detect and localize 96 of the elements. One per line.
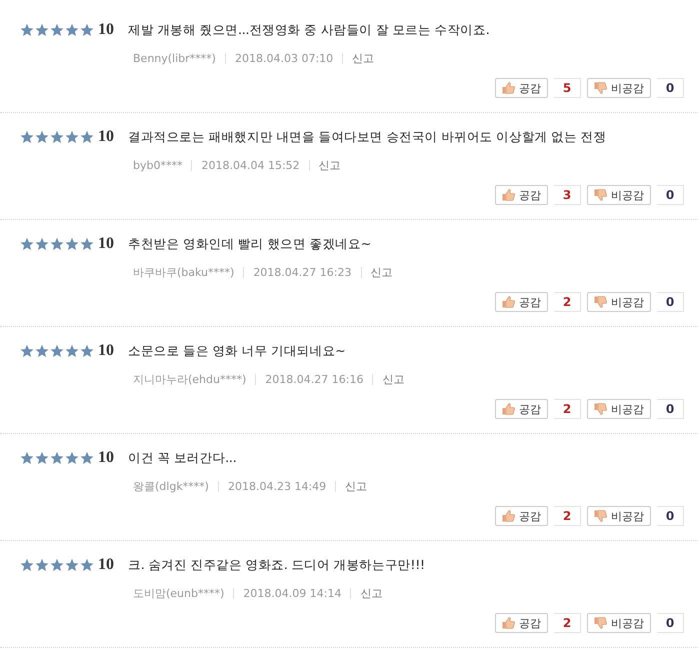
thumbs-down-icon (594, 510, 607, 522)
thumbs-up-icon (502, 617, 515, 629)
star-icon (35, 451, 49, 465)
star-icon (50, 237, 64, 251)
thumbs-down-icon (594, 296, 607, 308)
star-icon (35, 23, 49, 37)
like-button[interactable]: 공감 (495, 292, 548, 312)
report-link[interactable]: 신고 (360, 586, 382, 600)
report-link[interactable]: 신고 (318, 158, 341, 172)
like-button[interactable]: 공감 (495, 185, 548, 205)
dislike-button[interactable]: 비공감 (587, 506, 651, 526)
review-text: 소문으로 들은 영화 너무 기대되네요~ (128, 342, 346, 360)
star-icon (20, 237, 34, 251)
report-link[interactable]: 신고 (352, 50, 374, 66)
review-date: 2018.04.23 14:49 (228, 480, 326, 492)
star-icon (65, 23, 79, 37)
like-count: 2 (554, 292, 581, 312)
star-icon (80, 130, 94, 144)
star-icon (80, 558, 94, 572)
rating-score: 10 (98, 342, 115, 360)
star-icon (50, 558, 64, 572)
review-date: 2018.04.27 16:23 (253, 266, 352, 278)
star-icon (35, 344, 49, 358)
review-text: 제발 개봉해 줬으면...전쟁영화 중 사람들이 잘 모르는 수작이죠. (128, 22, 490, 38)
thumbs-up-icon (502, 403, 515, 415)
thumbs-up-icon (502, 296, 515, 308)
rating-score: 10 (98, 21, 115, 39)
rating-score: 10 (98, 128, 115, 146)
dislike-button[interactable]: 비공감 (587, 185, 651, 205)
dislike-count: 0 (657, 78, 684, 98)
star-icon (20, 23, 34, 37)
star-icon (65, 130, 79, 144)
star-icon (50, 451, 64, 465)
dislike-button[interactable]: 비공감 (587, 613, 651, 633)
review-author: Benny(libr****) (133, 52, 216, 64)
review-text: 크. 숨겨진 진주같은 영화죠. 드디어 개봉하는구만!!! (128, 556, 425, 574)
review-date: 2018.04.27 16:16 (265, 372, 364, 386)
thumbs-down-icon (594, 403, 607, 415)
like-count: 2 (554, 399, 581, 419)
star-icon (20, 344, 34, 358)
like-button[interactable]: 공감 (495, 399, 548, 419)
thumbs-up-icon (502, 82, 515, 94)
thumbs-up-icon (502, 510, 515, 522)
star-icon (35, 558, 49, 572)
review-author: 도비맘(eunb****) (133, 586, 224, 600)
dislike-button[interactable]: 비공감 (587, 399, 651, 419)
star-icon (80, 451, 94, 465)
like-count: 2 (554, 613, 581, 633)
dislike-button[interactable]: 비공감 (587, 292, 651, 312)
star-icon (20, 451, 34, 465)
rating-score: 10 (98, 235, 115, 253)
star-icon (50, 23, 64, 37)
star-icon (80, 237, 94, 251)
star-icon (80, 344, 94, 358)
review-author: 바쿠바쿠(baku****) (133, 264, 234, 280)
review-author: byb0**** (133, 158, 182, 172)
star-icon (50, 130, 64, 144)
star-icon (20, 558, 34, 572)
thumbs-down-icon (594, 617, 607, 629)
rating-score: 10 (98, 449, 115, 467)
report-link[interactable]: 신고 (345, 478, 368, 494)
like-button[interactable]: 공감 (495, 506, 548, 526)
review-text: 추천받은 영화인데 빨리 했으면 좋겠네요~ (128, 236, 371, 252)
thumbs-up-icon (502, 189, 515, 201)
dislike-count: 0 (657, 506, 684, 526)
like-count: 3 (554, 185, 581, 205)
thumbs-down-icon (594, 82, 607, 94)
thumbs-down-icon (594, 189, 607, 201)
review-text: 이건 꼭 보러간다... (128, 450, 236, 466)
review-date: 2018.04.04 15:52 (201, 158, 300, 172)
review-text: 결과적으로는 패배했지만 내면을 들여다보면 승전국이 바뀌어도 이상할게 없는 전쟁 (128, 128, 606, 146)
star-icon (65, 558, 79, 572)
like-button[interactable]: 공감 (495, 78, 548, 98)
dislike-count: 0 (657, 292, 684, 312)
report-link[interactable]: 신고 (382, 372, 404, 386)
star-icon (65, 237, 79, 251)
dislike-count: 0 (657, 613, 684, 633)
star-icon (80, 23, 94, 37)
star-icon (20, 130, 34, 144)
star-icon (35, 130, 49, 144)
review-date: 2018.04.03 07:10 (234, 52, 334, 64)
star-icon (35, 237, 49, 251)
dislike-count: 0 (657, 399, 684, 419)
like-count: 5 (554, 78, 581, 98)
like-count: 2 (554, 506, 581, 526)
review-author: 지니마누라(ehdu****) (133, 372, 246, 386)
star-icon (50, 344, 64, 358)
dislike-count: 0 (657, 185, 684, 205)
review-date: 2018.04.09 14:14 (243, 586, 342, 600)
review-author: 왕콜(dlgk****) (133, 478, 209, 494)
dislike-button[interactable]: 비공감 (587, 78, 651, 98)
report-link[interactable]: 신고 (370, 264, 392, 280)
star-icon (65, 451, 79, 465)
star-icon (65, 344, 79, 358)
rating-score: 10 (98, 556, 115, 574)
like-button[interactable]: 공감 (495, 613, 548, 633)
